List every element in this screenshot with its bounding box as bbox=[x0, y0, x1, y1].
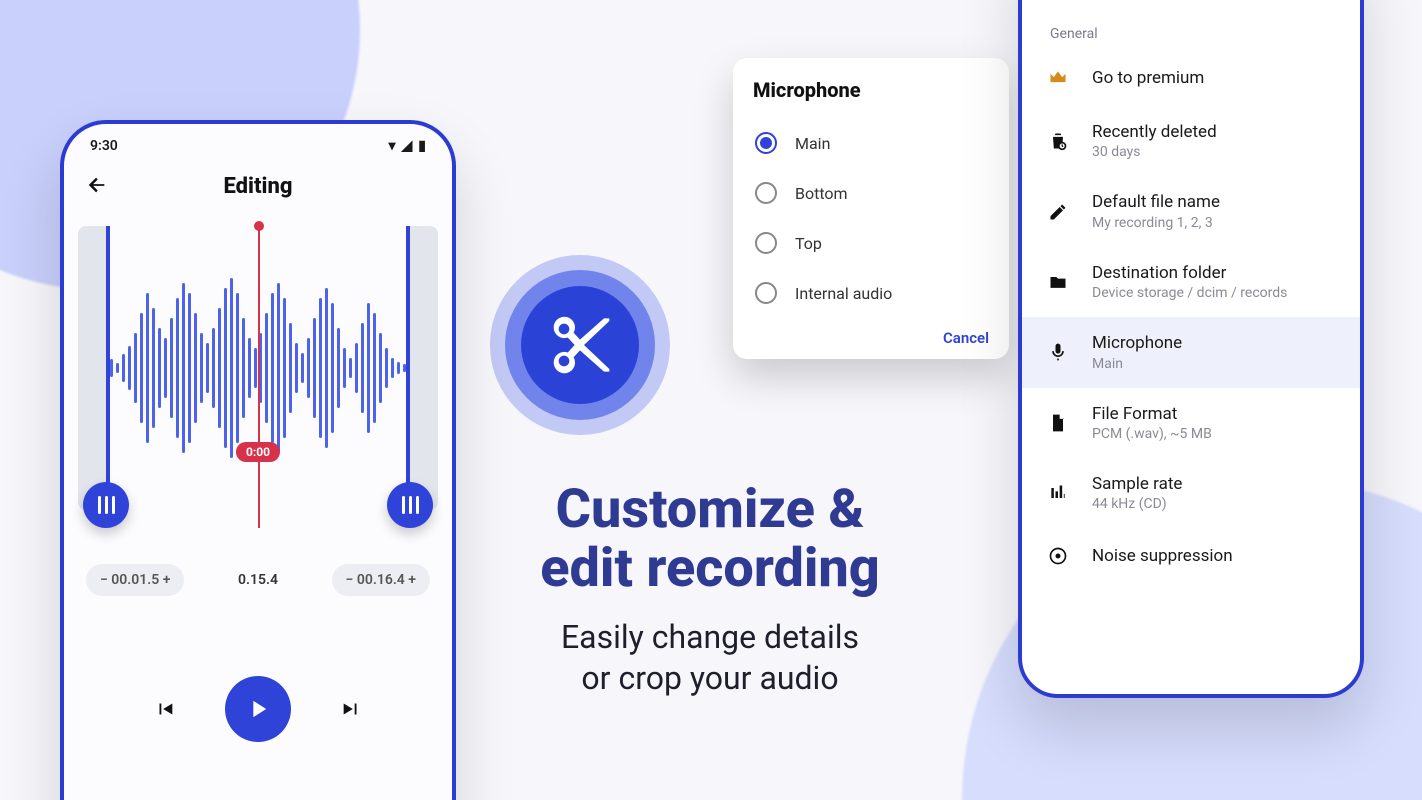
settings-row[interactable]: Default file name My recording 1, 2, 3 bbox=[1022, 176, 1360, 246]
trim-zone-right bbox=[410, 226, 438, 510]
waveform-area[interactable] bbox=[64, 218, 452, 518]
settings-row-subtitle: My recording 1, 2, 3 bbox=[1092, 215, 1220, 231]
app-bar: Editing bbox=[64, 160, 452, 212]
skip-back-button[interactable] bbox=[151, 695, 179, 723]
settings-row-title: Go to premium bbox=[1092, 68, 1204, 88]
radio-icon bbox=[755, 182, 777, 204]
back-button[interactable] bbox=[86, 174, 108, 200]
settings-row[interactable]: Microphone Main bbox=[1022, 317, 1360, 387]
chip-duration: 0.15.4 bbox=[224, 564, 292, 596]
settings-row-icon bbox=[1046, 200, 1070, 224]
settings-list: Go to premium Recently deleted 30 days Defa… bbox=[1022, 50, 1360, 584]
playhead[interactable] bbox=[258, 226, 260, 528]
play-button[interactable] bbox=[225, 676, 291, 742]
settings-row-title: Default file name bbox=[1092, 192, 1220, 212]
settings-row[interactable]: Destination folder Device storage / dcim … bbox=[1022, 247, 1360, 317]
settings-section-label: General bbox=[1022, 6, 1360, 50]
scissors-icon bbox=[548, 313, 612, 377]
status-time: 9:30 bbox=[90, 138, 118, 154]
settings-row[interactable]: Sample rate 44 kHz (CD) bbox=[1022, 458, 1360, 528]
skip-next-icon bbox=[340, 698, 362, 720]
skip-previous-icon bbox=[154, 698, 176, 720]
microphone-dialog: Microphone Main Bottom Top Internal audio C… bbox=[733, 58, 1009, 359]
settings-row-subtitle: Device storage / dcim / records bbox=[1092, 285, 1287, 301]
promo-stage: Customize & edit recording Easily change… bbox=[0, 0, 1422, 800]
settings-row[interactable]: Go to premium bbox=[1022, 50, 1360, 106]
settings-row-subtitle: Main bbox=[1092, 356, 1182, 372]
playhead-time-badge: 0:00 bbox=[236, 442, 280, 462]
time-chips: − 00.01.5 + 0.15.4 − 00.16.4 + bbox=[64, 518, 452, 596]
mic-option-label: Internal audio bbox=[795, 284, 892, 303]
settings-row-subtitle: PCM (.wav), ~5 MB bbox=[1092, 426, 1212, 442]
mic-option[interactable]: Bottom bbox=[753, 168, 989, 218]
settings-row-subtitle: 30 days bbox=[1092, 144, 1217, 160]
settings-row-title: Destination folder bbox=[1092, 263, 1287, 283]
marketing-copy: Customize & edit recording Easily change… bbox=[460, 480, 960, 700]
mic-option[interactable]: Main bbox=[753, 118, 989, 168]
settings-row-title: Microphone bbox=[1092, 333, 1182, 353]
screen-title: Editing bbox=[224, 174, 293, 199]
mic-option-label: Bottom bbox=[795, 184, 848, 203]
settings-row-icon bbox=[1046, 411, 1070, 435]
scissors-badge bbox=[490, 255, 670, 435]
cancel-button[interactable]: Cancel bbox=[943, 329, 989, 347]
chip-trim-start[interactable]: − 00.01.5 + bbox=[86, 564, 184, 596]
settings-row-title: Sample rate bbox=[1092, 474, 1182, 494]
settings-row-title: Noise suppression bbox=[1092, 546, 1233, 566]
settings-row-subtitle: 44 kHz (CD) bbox=[1092, 496, 1182, 512]
editor-phone: 9:30 ▾◢▮ Editing 0:00 − 00.01.5 + 0.15.4… bbox=[60, 120, 456, 800]
trim-handle-left[interactable] bbox=[83, 482, 129, 528]
mic-option-label: Main bbox=[795, 134, 830, 153]
settings-row[interactable]: Noise suppression bbox=[1022, 528, 1360, 584]
skip-forward-button[interactable] bbox=[337, 695, 365, 723]
settings-row-icon bbox=[1046, 66, 1070, 90]
radio-icon bbox=[755, 232, 777, 254]
settings-row-icon bbox=[1046, 340, 1070, 364]
trim-edge-right[interactable] bbox=[406, 226, 410, 510]
dialog-title: Microphone bbox=[753, 78, 989, 102]
settings-phone: General Go to premium Recently deleted 30 … bbox=[1018, 0, 1364, 698]
chip-trim-end[interactable]: − 00.16.4 + bbox=[332, 564, 430, 596]
play-icon bbox=[244, 695, 272, 723]
trim-handle-right[interactable] bbox=[387, 482, 433, 528]
settings-row-title: Recently deleted bbox=[1092, 122, 1217, 142]
settings-row-icon bbox=[1046, 270, 1070, 294]
settings-row[interactable]: Recently deleted 30 days bbox=[1022, 106, 1360, 176]
settings-row[interactable]: File Format PCM (.wav), ~5 MB bbox=[1022, 388, 1360, 458]
transport-controls bbox=[64, 676, 452, 742]
settings-row-title: File Format bbox=[1092, 404, 1212, 424]
settings-row-icon bbox=[1046, 544, 1070, 568]
subheadline: Easily change details or crop your audio bbox=[460, 617, 960, 700]
mic-option-label: Top bbox=[795, 234, 822, 253]
mic-option[interactable]: Internal audio bbox=[753, 268, 989, 318]
arrow-left-icon bbox=[86, 174, 108, 196]
status-icons: ▾◢▮ bbox=[382, 138, 426, 154]
settings-row-icon bbox=[1046, 129, 1070, 153]
mic-option[interactable]: Top bbox=[753, 218, 989, 268]
radio-icon bbox=[755, 132, 777, 154]
headline: Customize & edit recording bbox=[460, 480, 960, 599]
trim-zone-left bbox=[78, 226, 106, 510]
radio-icon bbox=[755, 282, 777, 304]
settings-row-icon bbox=[1046, 481, 1070, 505]
status-bar: 9:30 ▾◢▮ bbox=[64, 124, 452, 160]
